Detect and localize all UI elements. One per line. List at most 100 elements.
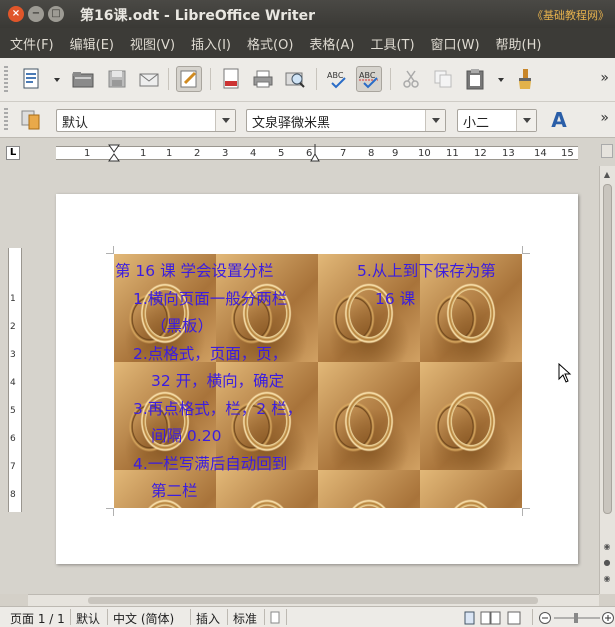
paste-icon[interactable]	[462, 66, 488, 92]
scroll-up-arrow-icon[interactable]: ▲	[602, 170, 612, 180]
left-column[interactable]: 第 16 课 学会设置分栏 1.横向页面一般分两栏 （黑板） 2.点格式，页面，…	[115, 258, 320, 506]
autospellcheck-icon[interactable]: ABC	[356, 66, 382, 92]
paragraph-style-value: 默认	[62, 116, 89, 131]
export-pdf-icon[interactable]	[218, 66, 244, 92]
maximize-window-button[interactable]: □	[48, 6, 64, 22]
font-size-dropdown-button[interactable]	[516, 110, 536, 131]
print-icon[interactable]	[250, 66, 276, 92]
toolbar-grip[interactable]	[4, 66, 8, 92]
selection-mode-status[interactable]: 标准	[233, 610, 257, 627]
text-line[interactable]: 4.一栏写满后自动回到	[115, 451, 320, 479]
edit-mode-icon[interactable]	[176, 66, 202, 92]
email-icon[interactable]	[136, 66, 162, 92]
text-boundary-mark	[106, 508, 114, 516]
text-boundary-mark	[522, 246, 530, 254]
zoom-slider[interactable]	[538, 610, 614, 626]
vertical-ruler-margin	[8, 512, 22, 590]
heading-line[interactable]: 第 16 课 学会设置分栏	[115, 258, 320, 286]
document-area[interactable]: 第 16 课 学会设置分栏 1.横向页面一般分两栏 （黑板） 2.点格式，页面，…	[28, 166, 599, 594]
text-line[interactable]: 第二栏	[115, 478, 320, 506]
font-size-value: 小二	[463, 116, 490, 131]
horizontal-scrollbar-thumb[interactable]	[88, 597, 538, 604]
status-bar: 页面 1 / 1 默认 中文 (简体) 插入 标准	[0, 606, 615, 627]
previous-page-icon[interactable]: ◉	[602, 542, 612, 552]
page-count-status[interactable]: 页面 1 / 1	[10, 610, 65, 627]
menu-bar: 文件(F) 编辑(E) 视图(V) 插入(I) 格式(O) 表格(A) 工具(T…	[0, 28, 615, 58]
paragraph-style-dropdown-button[interactable]	[215, 110, 235, 131]
column-marker-icon[interactable]	[310, 144, 320, 162]
font-size-combo[interactable]: 小二	[457, 109, 537, 132]
horizontal-scrollbar[interactable]	[28, 594, 599, 606]
next-page-icon[interactable]: ◉	[602, 574, 612, 584]
ruler-number: 5	[10, 406, 16, 416]
indent-marker-icon[interactable]	[108, 144, 120, 162]
vertical-scrollbar[interactable]: ▲ ◉ ● ◉	[599, 166, 615, 594]
page[interactable]: 第 16 课 学会设置分栏 1.横向页面一般分两栏 （黑板） 2.点格式，页面，…	[56, 194, 578, 564]
ruler-number: 8	[10, 490, 16, 500]
font-name-combo[interactable]: 文泉驿微米黑	[246, 109, 446, 132]
text-line[interactable]: 间隔 0.20	[115, 423, 320, 451]
view-layout-icon[interactable]	[464, 611, 524, 625]
status-separator	[70, 609, 71, 625]
ruler-number: 9	[392, 148, 399, 159]
text-line[interactable]: （黑板）	[115, 313, 320, 341]
text-boundary-mark	[522, 508, 530, 516]
clone-formatting-icon[interactable]	[512, 66, 538, 92]
tab-type-selector[interactable]: L	[6, 146, 20, 160]
menu-format[interactable]: 格式(O)	[239, 34, 301, 53]
font-name-dropdown-button[interactable]	[425, 110, 445, 131]
two-column-text-area[interactable]: 第 16 课 学会设置分栏 1.横向页面一般分两栏 （黑板） 2.点格式，页面，…	[114, 254, 522, 508]
menu-file[interactable]: 文件(F)	[2, 34, 62, 53]
toolbar-overflow-button[interactable]: »	[600, 110, 609, 126]
navigator-icon[interactable]: ●	[602, 558, 612, 568]
menu-tools[interactable]: 工具(T)	[362, 34, 422, 53]
ruler-number: 1	[10, 294, 16, 304]
ruler-number: 3	[222, 148, 229, 159]
toolbar-grip[interactable]	[4, 108, 8, 132]
minimize-window-button[interactable]: −	[28, 6, 44, 22]
menu-table[interactable]: 表格(A)	[301, 34, 362, 53]
insert-mode-status[interactable]: 插入	[196, 610, 220, 627]
document-modified-icon[interactable]	[270, 611, 280, 624]
styles-formatting-icon[interactable]	[18, 107, 44, 133]
toolbar-overflow-button[interactable]: »	[600, 70, 609, 86]
status-separator	[532, 609, 533, 625]
text-line[interactable]: 1.横向页面一般分两栏	[115, 286, 320, 314]
svg-text:ABC: ABC	[327, 71, 344, 80]
ruler-number: 2	[10, 322, 16, 332]
menu-insert[interactable]: 插入(I)	[183, 34, 239, 53]
status-separator	[190, 609, 191, 625]
page-style-status[interactable]: 默认	[76, 610, 100, 627]
menu-view[interactable]: 视图(V)	[122, 34, 183, 53]
save-icon[interactable]	[104, 66, 130, 92]
text-line[interactable]: 5.从上到下保存为第	[339, 258, 522, 286]
font-color-icon[interactable]: A	[546, 107, 572, 133]
paragraph-style-combo[interactable]: 默认	[56, 109, 236, 132]
copy-icon[interactable]	[430, 66, 456, 92]
ruler-number: 10	[418, 148, 431, 159]
status-separator	[227, 609, 228, 625]
text-line[interactable]: 2.点格式，页面，页，	[115, 341, 320, 369]
open-folder-icon[interactable]	[70, 66, 96, 92]
font-name-value: 文泉驿微米黑	[252, 116, 331, 131]
right-column[interactable]: 5.从上到下保存为第 16 课	[339, 258, 522, 313]
ruler-scroll-button[interactable]	[601, 144, 613, 158]
menu-help[interactable]: 帮助(H)	[488, 34, 550, 53]
spellcheck-icon[interactable]: ABC	[324, 66, 350, 92]
print-preview-icon[interactable]	[282, 66, 308, 92]
text-line[interactable]: 32 开，横向，确定	[115, 368, 320, 396]
menu-window[interactable]: 窗口(W)	[423, 34, 488, 53]
cut-icon[interactable]	[398, 66, 424, 92]
text-line[interactable]: 3.再点格式，栏，2 栏，	[115, 396, 320, 424]
new-dropdown-arrow[interactable]	[54, 78, 60, 82]
menu-edit[interactable]: 编辑(E)	[62, 34, 122, 53]
text-line[interactable]: 16 课	[339, 286, 522, 314]
ruler-number: 1	[140, 148, 147, 159]
language-status[interactable]: 中文 (简体)	[113, 610, 174, 627]
paste-dropdown-arrow[interactable]	[498, 78, 504, 82]
toolbar-separator	[390, 68, 391, 90]
ruler-number: 7	[340, 148, 347, 159]
new-document-icon[interactable]	[18, 66, 44, 92]
vertical-scrollbar-thumb[interactable]	[603, 184, 612, 514]
close-window-button[interactable]: ×	[8, 6, 24, 22]
